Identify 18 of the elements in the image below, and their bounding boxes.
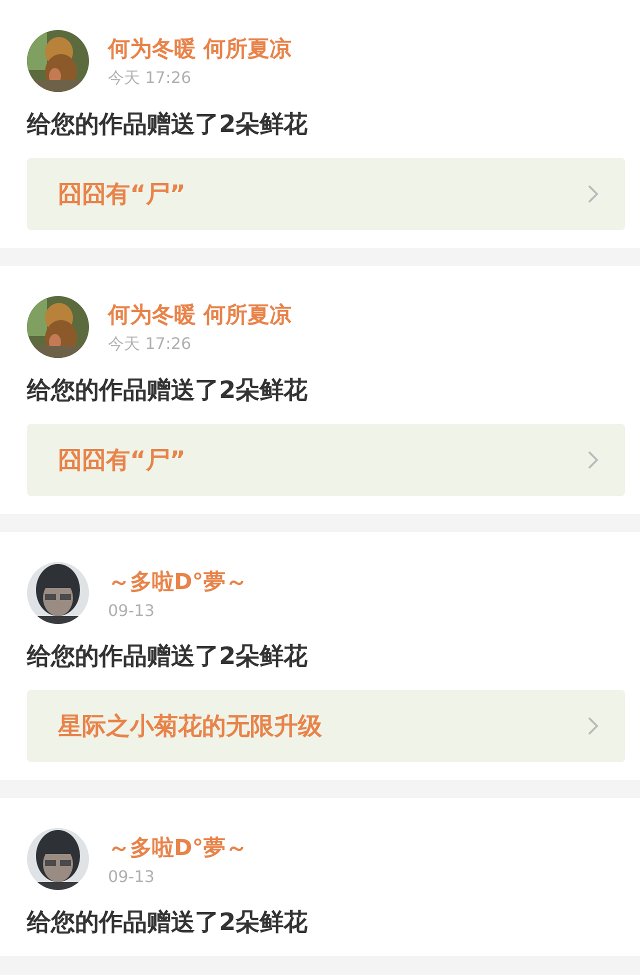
work-link[interactable]: 囧囧有“尸” xyxy=(27,158,625,230)
notification-message: 给您的作品赠送了2朵鲜花 xyxy=(27,109,309,140)
notification-message: 给您的作品赠送了2朵鲜花 xyxy=(27,375,309,406)
chevron-icon xyxy=(587,184,599,204)
work-link[interactable]: 星际之小菊花的无限升级 xyxy=(27,690,625,762)
user-name[interactable]: 何为冬暖 何所夏凉 xyxy=(108,34,292,64)
notification-message: 给您的作品赠送了2朵鲜花 xyxy=(27,641,309,672)
timestamp: 09-13 xyxy=(108,866,156,886)
user-name[interactable]: 何为冬暖 何所夏凉 xyxy=(108,300,292,330)
timestamp: 今天 17:26 xyxy=(108,68,192,88)
timestamp: 今天 17:26 xyxy=(108,334,192,354)
chevron-icon xyxy=(587,716,599,736)
notification-message: 给您的作品赠送了2朵鲜花 xyxy=(27,907,309,938)
user-name[interactable]: ～多啦D°夢～ xyxy=(108,566,248,596)
user-name[interactable]: ～多啦D°夢～ xyxy=(108,832,248,862)
chevron-icon xyxy=(587,450,599,470)
timestamp: 09-13 xyxy=(108,600,156,620)
work-link[interactable]: 囧囧有“尸” xyxy=(27,424,625,496)
